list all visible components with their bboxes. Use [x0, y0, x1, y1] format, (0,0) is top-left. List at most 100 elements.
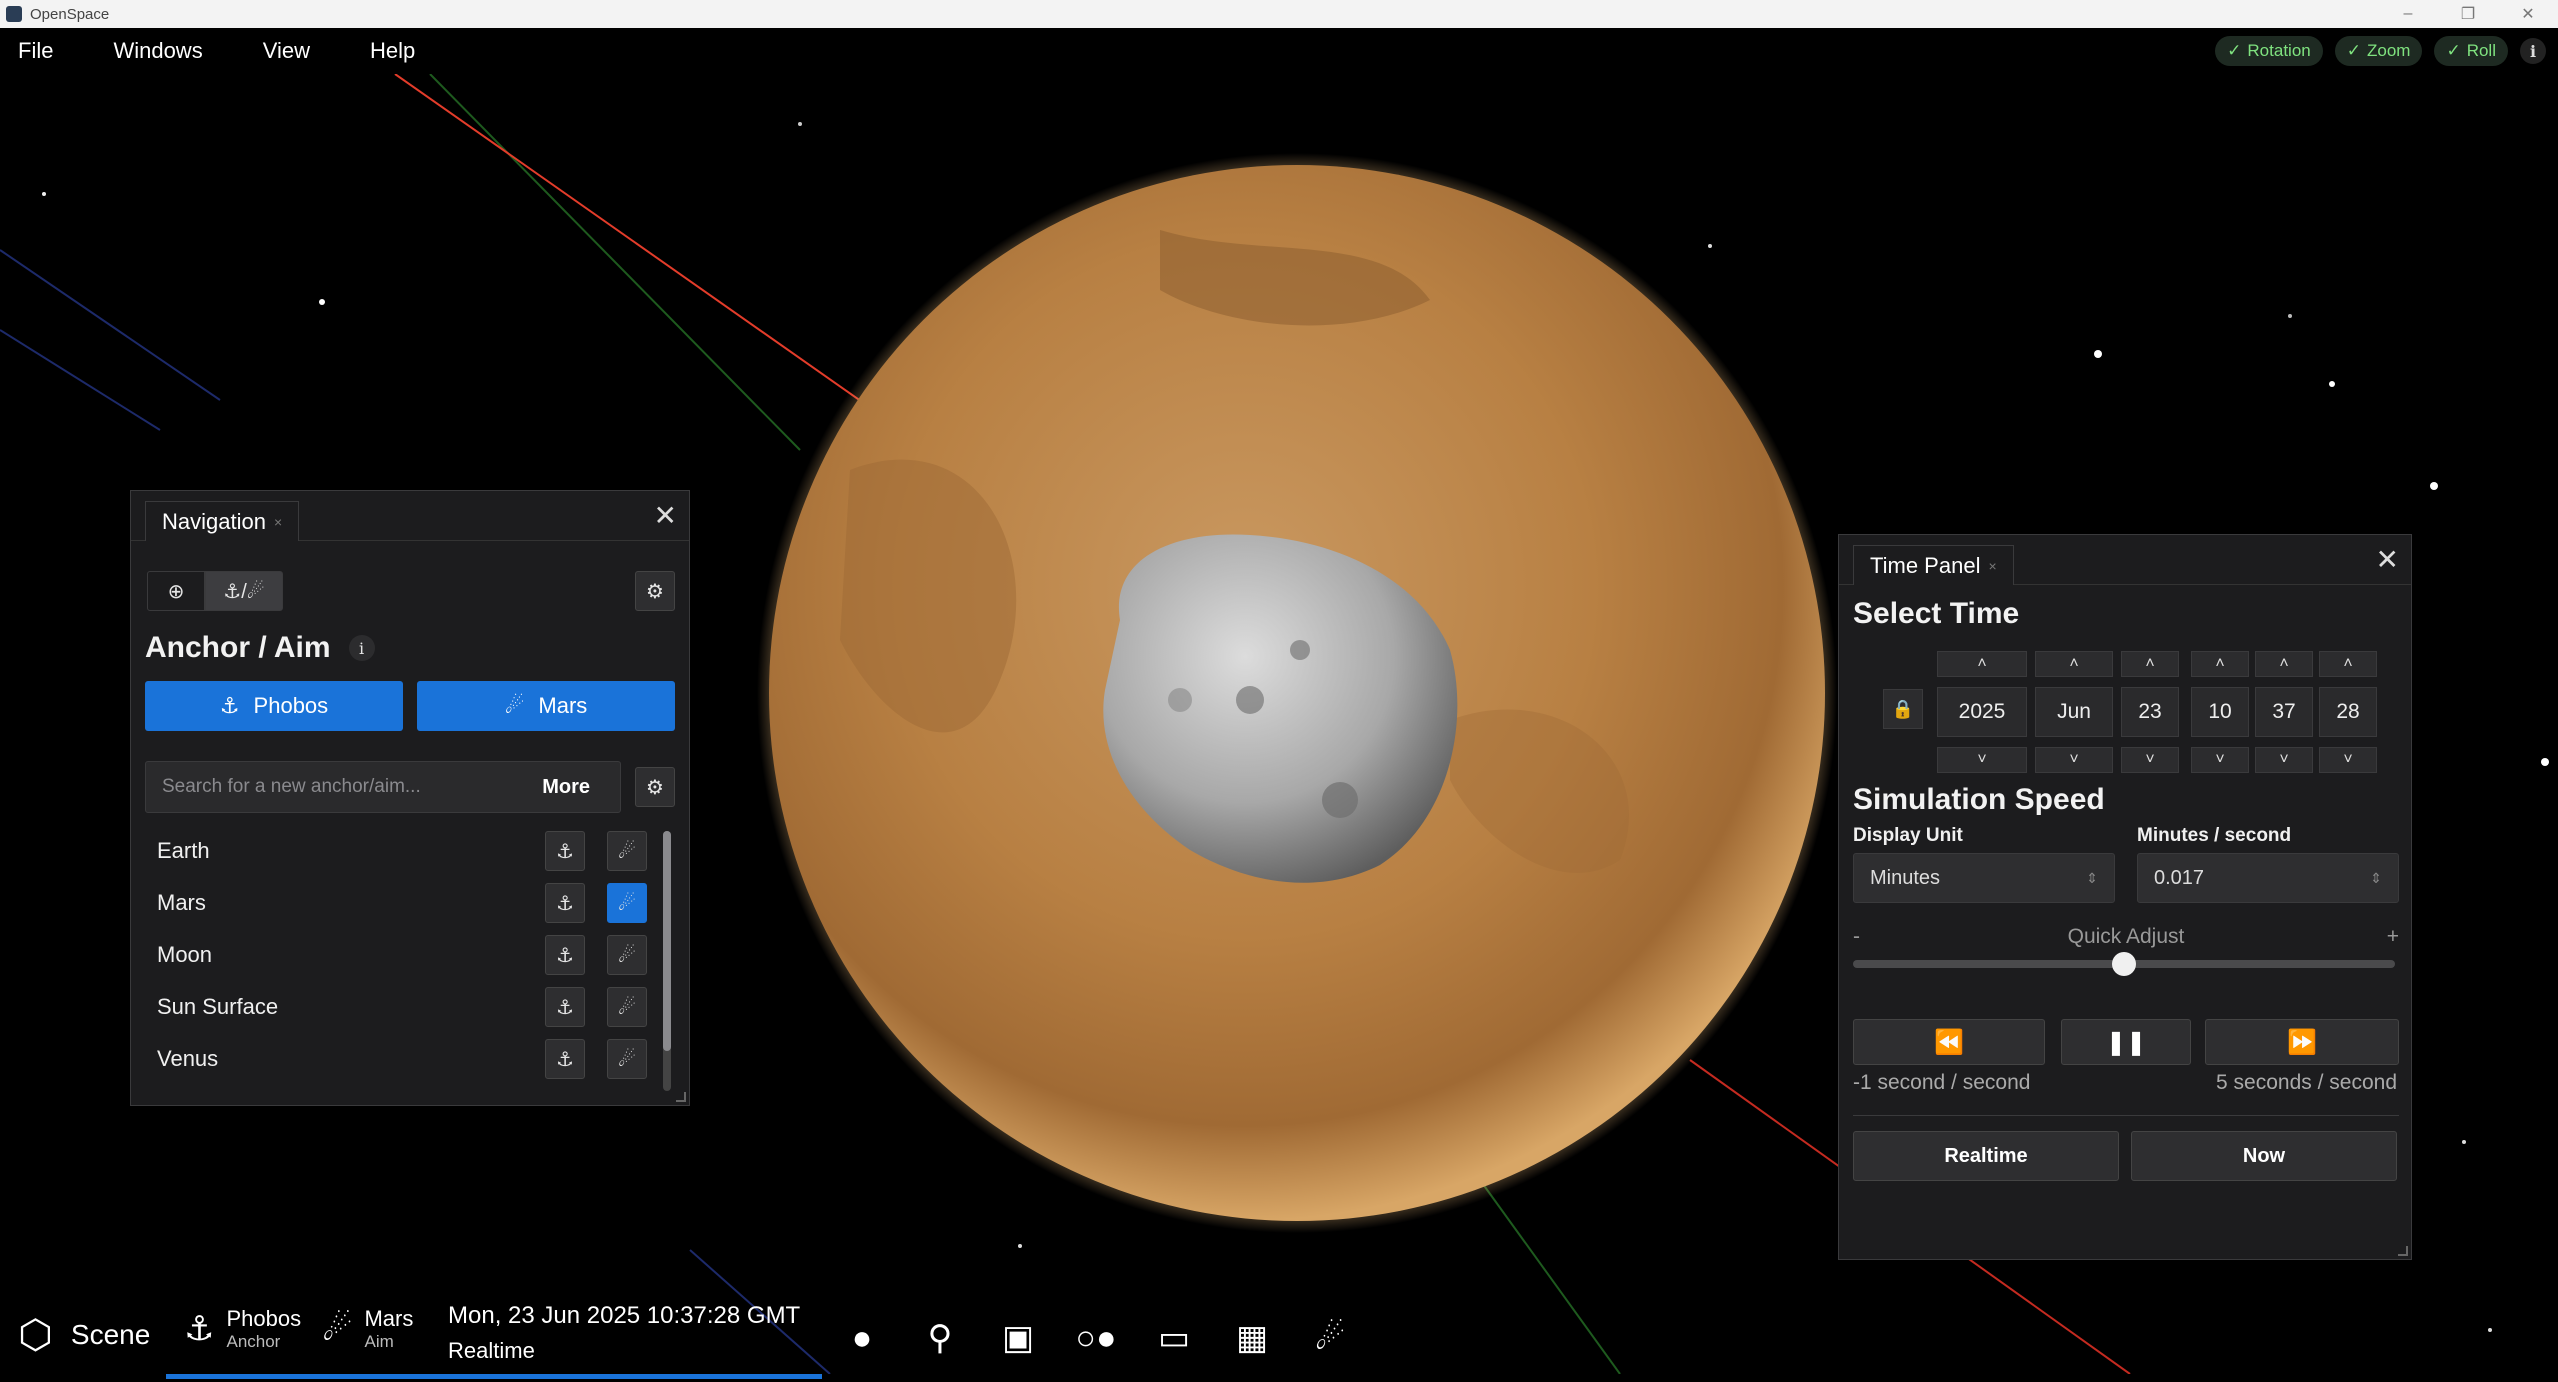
list-item[interactable]: Earth ⚓ ☄ — [145, 825, 661, 877]
realtime-button[interactable]: Realtime — [1853, 1131, 2119, 1181]
set-anchor-button[interactable]: ⚓ — [545, 1039, 585, 1079]
search-input[interactable]: Search for a new anchor/aim... — [146, 776, 542, 798]
year-input[interactable]: 2025 — [1937, 687, 2027, 737]
chevron-up-icon[interactable]: ˄ — [1937, 651, 2027, 677]
check-icon: ✓ — [2346, 41, 2361, 60]
select-time-heading: Select Time — [1853, 597, 2020, 630]
anchor-search[interactable]: Search for a new anchor/aim... More — [145, 761, 621, 813]
rate-input[interactable]: 0.017 ⇕ — [2137, 853, 2399, 903]
select-caret-icon: ⇕ — [2086, 869, 2098, 886]
set-anchor-button[interactable]: ⚓ — [545, 831, 585, 871]
rewind-button[interactable]: ⏪ — [1853, 1019, 2045, 1065]
set-anchor-button[interactable]: ⚓ — [545, 883, 585, 923]
backward-speed-label: -1 second / second — [1853, 1071, 2031, 1094]
chevron-down-icon[interactable]: ˅ — [1937, 747, 2027, 773]
focus-mode-button[interactable]: ⊕ — [147, 571, 205, 611]
tab-navigation-label: Navigation — [162, 508, 266, 534]
tab-close-icon[interactable]: × — [1988, 558, 1996, 574]
time-status-button[interactable]: Mon, 23 Jun 2025 10:37:28 GMT Realtime — [448, 1302, 800, 1364]
list-scrollbar-thumb[interactable] — [663, 831, 671, 1051]
info-icon[interactable]: i — [2520, 38, 2546, 64]
quick-adjust-thumb[interactable] — [2112, 952, 2136, 976]
tab-close-icon[interactable]: × — [274, 514, 282, 530]
close-panel-icon[interactable]: ✕ — [2376, 543, 2399, 576]
telescope-icon: ☄ — [618, 1048, 636, 1071]
set-aim-button[interactable]: ☄ — [607, 1039, 647, 1079]
anchor-aim-mode-button[interactable]: ⚓/☄ — [205, 571, 283, 611]
chevron-up-icon[interactable]: ˄ — [2319, 651, 2377, 677]
pause-button[interactable]: ❚❚ — [2061, 1019, 2191, 1065]
menu-file[interactable]: File — [18, 38, 53, 64]
menu-help[interactable]: Help — [370, 38, 415, 64]
close-panel-icon[interactable]: ✕ — [654, 499, 677, 532]
now-button[interactable]: Now — [2131, 1131, 2397, 1181]
chevron-up-icon[interactable]: ˄ — [2255, 651, 2313, 677]
list-item[interactable]: Venus ⚓ ☄ — [145, 1033, 661, 1085]
list-item[interactable]: Sun Surface ⚓ ☄ — [145, 981, 661, 1033]
anchor-name: Phobos — [226, 1306, 302, 1331]
tab-time-panel[interactable]: Time Panel × — [1853, 545, 2014, 585]
day-input[interactable]: 23 — [2121, 687, 2179, 737]
set-aim-button[interactable]: ☄ — [607, 831, 647, 871]
minimize-icon[interactable]: – — [2378, 0, 2438, 28]
chevron-down-icon[interactable]: ˅ — [2319, 747, 2377, 773]
second-input[interactable]: 28 — [2319, 687, 2377, 737]
quick-adjust-label: Quick Adjust — [2067, 925, 2185, 948]
month-input[interactable]: Jun — [2035, 687, 2113, 737]
fast-forward-button[interactable]: ⏩ — [2205, 1019, 2399, 1065]
chevron-up-icon[interactable]: ˄ — [2121, 651, 2179, 677]
tab-navigation[interactable]: Navigation × — [145, 501, 300, 541]
scene-button[interactable]: ⬡ Scene — [18, 1312, 150, 1358]
menu-windows[interactable]: Windows — [113, 38, 202, 64]
toggle-dots-icon[interactable]: ○● — [1072, 1314, 1120, 1362]
aim-button[interactable]: ☄ Mars — [417, 681, 675, 731]
camera-icon[interactable]: ● — [838, 1314, 886, 1362]
chevron-down-icon[interactable]: ˅ — [2035, 747, 2113, 773]
search-settings-button[interactable]: ⚙ — [635, 767, 675, 807]
set-anchor-button[interactable]: ⚓ — [545, 935, 585, 975]
cube-icon: ⬡ — [18, 1313, 53, 1357]
zoom-toggle[interactable]: ✓ Zoom — [2334, 36, 2423, 66]
window-controls: – ❐ ✕ — [2378, 0, 2558, 28]
lock-icon[interactable]: 🔒 — [1883, 689, 1923, 729]
list-item[interactable]: Mars ⚓ ☄ — [145, 877, 661, 929]
roll-toggle-label: Roll — [2466, 41, 2496, 60]
rewind-icon: ⏪ — [1934, 1028, 1964, 1056]
chevron-down-icon[interactable]: ˅ — [2121, 747, 2179, 773]
chevron-up-icon[interactable]: ˄ — [2035, 651, 2113, 677]
set-aim-button[interactable]: ☄ — [607, 987, 647, 1027]
menu-view[interactable]: View — [263, 38, 310, 64]
spinner-arrows-icon[interactable]: ⇕ — [2370, 870, 2382, 887]
anchor-status-button[interactable]: ⚓ Phobos Anchor — [184, 1306, 301, 1352]
rotation-toggle[interactable]: ✓ Rotation — [2215, 36, 2323, 66]
anchor-button[interactable]: ⚓ Phobos — [145, 681, 403, 731]
scene-label: Scene — [70, 1319, 151, 1350]
roll-toggle[interactable]: ✓ Roll — [2434, 36, 2508, 66]
restore-icon[interactable]: ❐ — [2438, 0, 2498, 28]
display-unit-value: Minutes — [1870, 866, 1941, 889]
resize-handle[interactable] — [676, 1092, 686, 1102]
chevron-down-icon[interactable]: ˅ — [2191, 747, 2249, 773]
chevron-down-icon[interactable]: ˅ — [2255, 747, 2313, 773]
dashboard-icon[interactable]: ▦ — [1228, 1314, 1276, 1362]
more-button[interactable]: More — [542, 776, 590, 799]
chevron-up-icon[interactable]: ˄ — [2191, 651, 2249, 677]
navigation-settings-button[interactable]: ⚙ — [635, 571, 675, 611]
image-icon[interactable]: ▣ — [994, 1314, 1042, 1362]
minute-input[interactable]: 37 — [2255, 687, 2313, 737]
list-item[interactable]: Moon ⚓ ☄ — [145, 929, 661, 981]
location-pin-icon[interactable]: ⚲ — [916, 1314, 964, 1362]
aim-status-button[interactable]: ☄ Mars Aim — [322, 1306, 413, 1352]
hour-input[interactable]: 10 — [2191, 687, 2249, 737]
browser-window-icon[interactable]: ▭ — [1150, 1314, 1198, 1362]
info-icon[interactable]: i — [348, 635, 375, 661]
day-stepper: ˄ 23 ˅ — [2121, 651, 2179, 773]
set-anchor-button[interactable]: ⚓ — [545, 987, 585, 1027]
resize-handle[interactable] — [2398, 1246, 2408, 1256]
display-unit-select[interactable]: Minutes ⇕ — [1853, 853, 2115, 903]
set-aim-button[interactable]: ☄ — [607, 883, 647, 923]
divider — [1853, 1115, 2399, 1116]
set-aim-button[interactable]: ☄ — [607, 935, 647, 975]
telescope-icon[interactable]: ☄ — [1306, 1314, 1354, 1362]
close-window-icon[interactable]: ✕ — [2498, 0, 2558, 28]
